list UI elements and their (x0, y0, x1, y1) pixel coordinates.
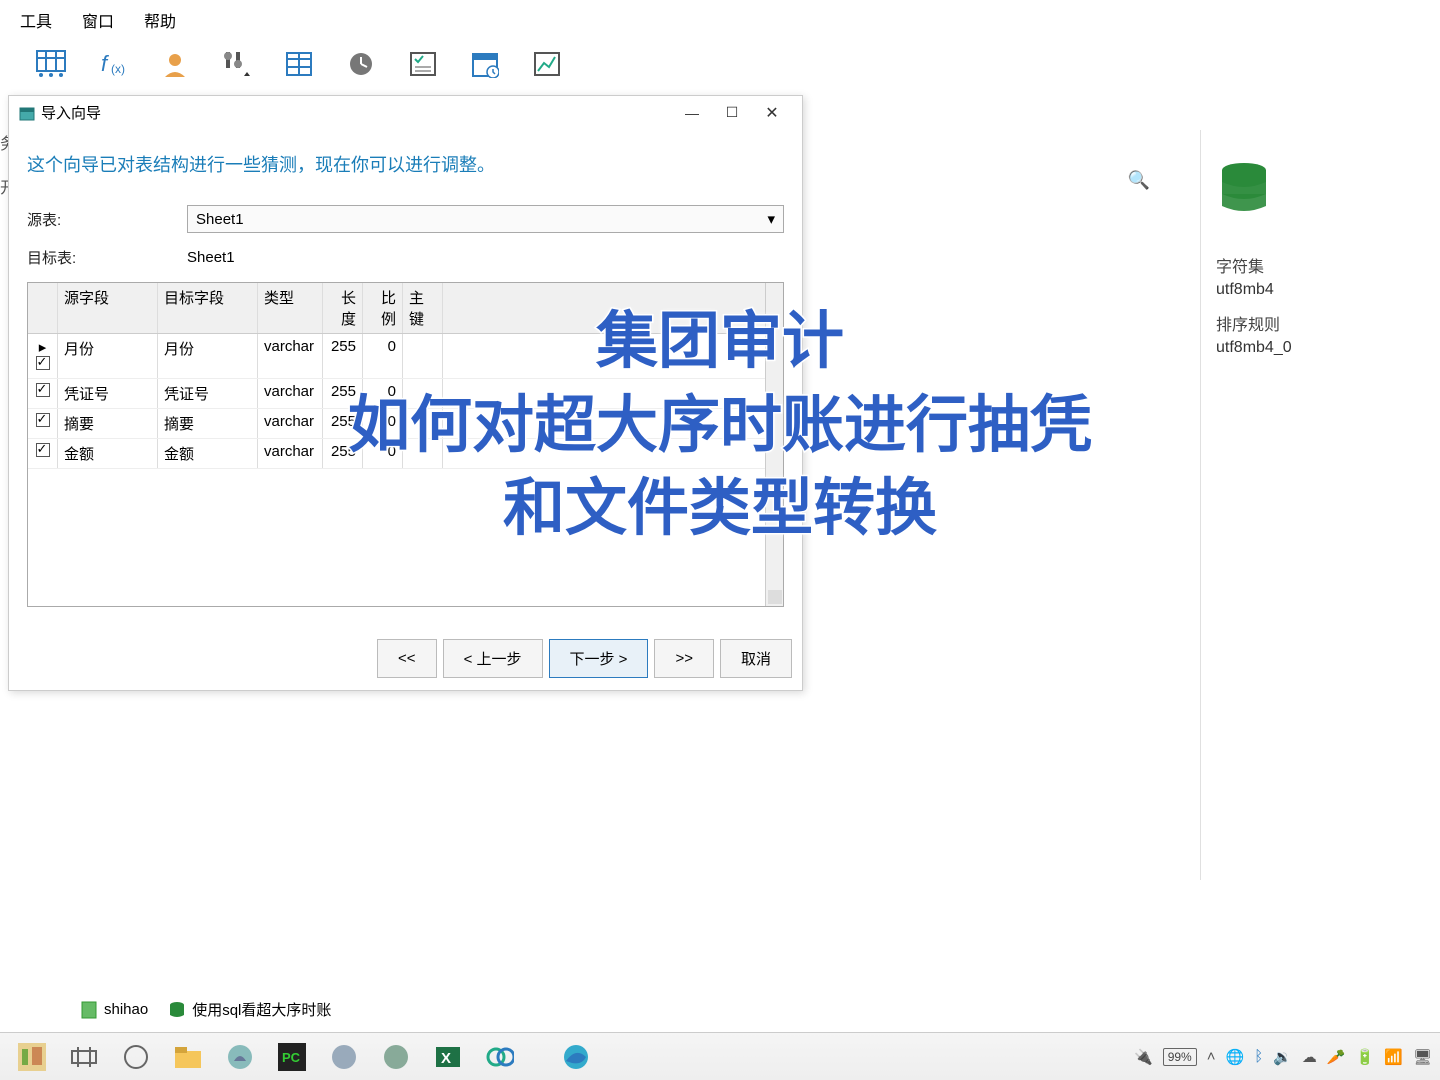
database-small-icon (168, 1001, 186, 1019)
menu-tools[interactable]: 工具 (20, 8, 52, 32)
taskbar-explorer[interactable] (164, 1037, 212, 1077)
chevron-down-icon: ▾ (767, 210, 775, 228)
collation-label: 排序规则 (1216, 311, 1425, 335)
source-table-value: Sheet1 (196, 211, 244, 228)
minimize-button[interactable]: — (672, 105, 712, 121)
grid-row[interactable]: ▸ 月份 月份 varchar 255 0 (28, 334, 765, 379)
row-checkbox[interactable] (36, 413, 50, 427)
bluetooth-icon[interactable]: ᛒ (1254, 1048, 1263, 1065)
taskbar-app[interactable] (112, 1037, 160, 1077)
taskbar: PC X 🔌 99% ˄ 🌐 ᛒ 🔉 ☁ 🥕 🔋 📶 🖥 (0, 1032, 1440, 1080)
taskbar-edge[interactable] (552, 1037, 600, 1077)
taskbar-app[interactable] (320, 1037, 368, 1077)
volume-icon[interactable]: 🔉 (1273, 1048, 1292, 1066)
taskbar-app[interactable] (476, 1037, 524, 1077)
svg-text:X: X (441, 1050, 451, 1067)
taskbar-apps: PC X (8, 1037, 600, 1077)
header-length: 长度 (323, 283, 363, 333)
taskbar-app[interactable] (8, 1037, 56, 1077)
grid-scrollbar[interactable] (765, 283, 783, 606)
svg-text:PC: PC (282, 1050, 301, 1065)
bottom-documents: shihao 使用sql看超大序时账 (80, 999, 331, 1020)
first-button[interactable]: << (377, 639, 437, 678)
taskbar-pycharm[interactable]: PC (268, 1037, 316, 1077)
dialog-titlebar[interactable]: 导入向导 — ☐ ✕ (9, 96, 802, 129)
source-table-dropdown[interactable]: Sheet1 ▾ (187, 205, 784, 233)
header-primary-key: 主键 (403, 283, 443, 333)
sql-file-icon (80, 1001, 98, 1019)
next-button[interactable]: 下一步 > (549, 639, 649, 678)
chevron-up-icon[interactable]: ˄ (1207, 1048, 1216, 1065)
wizard-icon (19, 105, 35, 121)
maximize-button[interactable]: ☐ (712, 104, 752, 121)
toolbar: f(x) (0, 40, 1440, 88)
dialog-body: 源表: Sheet1 ▾ 目标表: Sheet1 源字段 目标字段 类型 长度 … (9, 195, 802, 627)
charset-value: utf8mb4 (1216, 281, 1425, 299)
calendar-icon[interactable] (469, 48, 501, 80)
function-icon[interactable]: f(x) (97, 48, 129, 80)
cancel-button[interactable]: 取消 (720, 639, 792, 678)
search-icon[interactable]: 🔍 (1128, 170, 1150, 191)
cloud-icon[interactable]: ☁ (1302, 1048, 1317, 1066)
collation-value: utf8mb4_0 (1216, 339, 1425, 357)
close-button[interactable]: ✕ (752, 103, 792, 123)
user-icon[interactable] (159, 48, 191, 80)
history-icon[interactable] (345, 48, 377, 80)
menubar: 工具 窗口 帮助 (0, 0, 1440, 40)
chart-icon[interactable] (531, 48, 563, 80)
globe-icon[interactable]: 🌐 (1226, 1048, 1245, 1066)
carrot-icon[interactable]: 🥕 (1327, 1048, 1346, 1066)
grid-row[interactable]: 金额 金额 varchar 255 0 (28, 439, 765, 469)
svg-text:(x): (x) (111, 62, 125, 76)
power-icon[interactable]: 🔌 (1134, 1048, 1153, 1066)
checklist-icon[interactable] (407, 48, 439, 80)
last-button[interactable]: >> (654, 639, 714, 678)
taskbar-app[interactable] (60, 1037, 108, 1077)
header-type: 类型 (258, 283, 323, 333)
row-checkbox[interactable] (36, 356, 50, 370)
monitor-icon[interactable]: 🖥 (1413, 1048, 1432, 1066)
target-table-value: Sheet1 (187, 245, 784, 270)
grid-header: 源字段 目标字段 类型 长度 比例 主键 (28, 283, 765, 334)
taskbar-app[interactable] (372, 1037, 420, 1077)
battery-indicator[interactable]: 99% (1163, 1048, 1197, 1066)
header-target: 目标字段 (158, 283, 258, 333)
import-wizard-dialog: 导入向导 — ☐ ✕ 这个向导已对表结构进行一些猜测，现在你可以进行调整。 源表… (8, 95, 803, 691)
doc-item[interactable]: 使用sql看超大序时账 (168, 999, 331, 1020)
menu-window[interactable]: 窗口 (82, 8, 114, 32)
row-checkbox[interactable] (36, 383, 50, 397)
settings-icon[interactable] (221, 48, 253, 80)
grid-icon[interactable] (283, 48, 315, 80)
table-icon[interactable] (35, 48, 67, 80)
wifi-icon[interactable]: 📶 (1384, 1048, 1403, 1066)
field-grid: 源字段 目标字段 类型 长度 比例 主键 ▸ 月份 月份 varchar 255… (27, 282, 784, 607)
target-table-label: 目标表: (27, 247, 187, 268)
system-tray: 🔌 99% ˄ 🌐 ᛒ 🔉 ☁ 🥕 🔋 📶 🖥 (1134, 1048, 1432, 1066)
dialog-buttons: << < 上一步 下一步 > >> 取消 (9, 627, 802, 690)
taskbar-app[interactable] (216, 1037, 264, 1077)
grid-row[interactable]: 凭证号 凭证号 varchar 255 0 (28, 379, 765, 409)
database-icon (1216, 160, 1272, 216)
source-table-label: 源表: (27, 209, 187, 230)
dialog-title: 导入向导 (41, 102, 672, 123)
svg-text:f: f (101, 51, 110, 76)
row-checkbox[interactable] (36, 443, 50, 457)
battery-icon[interactable]: 🔋 (1356, 1048, 1375, 1066)
header-source: 源字段 (58, 283, 158, 333)
charset-label: 字符集 (1216, 253, 1425, 277)
right-panel: 字符集 utf8mb4 排序规则 utf8mb4_0 (1200, 130, 1440, 880)
dialog-subtitle: 这个向导已对表结构进行一些猜测，现在你可以进行调整。 (9, 129, 802, 195)
menu-help[interactable]: 帮助 (144, 8, 176, 32)
doc-item[interactable]: shihao (80, 1001, 148, 1019)
header-scale: 比例 (363, 283, 403, 333)
prev-button[interactable]: < 上一步 (443, 639, 543, 678)
taskbar-excel[interactable]: X (424, 1037, 472, 1077)
grid-row[interactable]: 摘要 摘要 varchar 255 0 (28, 409, 765, 439)
